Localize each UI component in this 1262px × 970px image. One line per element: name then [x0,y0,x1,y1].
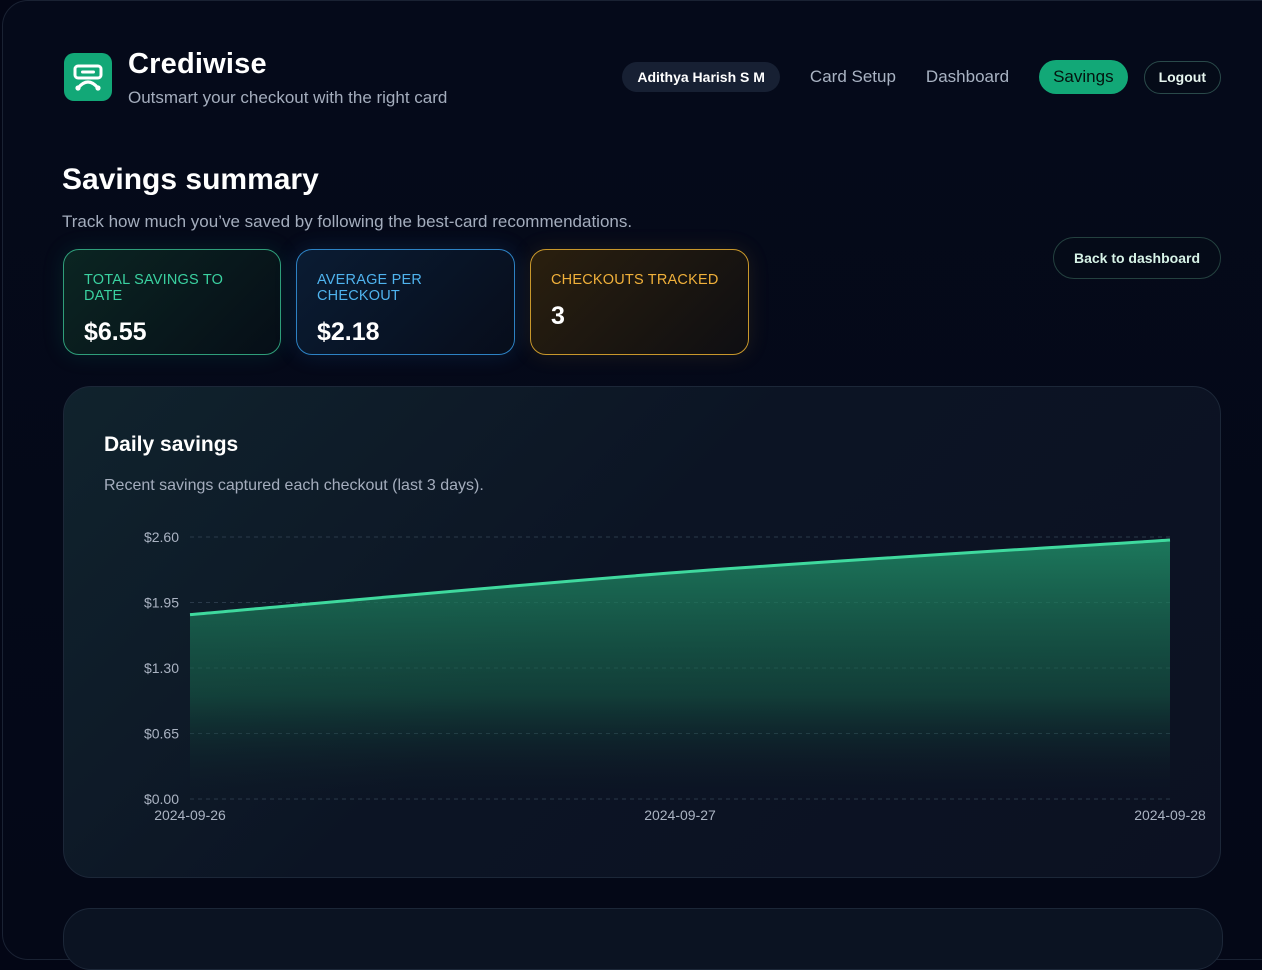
logout-button[interactable]: Logout [1143,60,1221,94]
logo-glyph [73,64,103,91]
nav-card-setup[interactable]: Card Setup [810,60,896,94]
x-tick-label: 2024-09-26 [154,807,226,823]
daily-savings-chart: $2.60 $1.95 $1.30 $0.65 $0.00 2024-09-26 2024… [144,529,1206,823]
page-subtitle: Track how much you’ve saved by following… [62,212,633,231]
savings-area-fill [190,540,1170,799]
credit-card-icon[interactable] [64,53,112,101]
stat-card-checkouts-tracked: CHECKOUTS TRACKED 3 [530,249,749,355]
stat-card-average-per-checkout: AVERAGE PER CHECKOUT $2.18 [296,249,515,355]
page-title: Savings summary [62,163,319,196]
nav-savings[interactable]: Savings [1039,60,1128,94]
y-tick-label: $0.65 [144,726,179,742]
y-tick-label: $1.95 [144,595,179,611]
y-tick-label: $2.60 [144,529,179,545]
brand-name: Crediwise [128,48,267,80]
brand-tagline: Outsmart your checkout with the right ca… [128,88,448,107]
stat-card-total-savings: TOTAL SAVINGS TO DATE $6.55 [63,249,281,355]
back-to-dashboard-button[interactable]: Back to dashboard [1052,237,1221,279]
nav-dashboard[interactable]: Dashboard [926,60,1009,94]
stat-value: $2.18 [317,318,380,346]
next-section-panel [63,908,1223,970]
y-tick-label: $0.00 [144,791,179,807]
stat-label: TOTAL SAVINGS TO DATE [84,272,224,304]
stat-label: AVERAGE PER CHECKOUT [317,272,423,304]
stat-label: CHECKOUTS TRACKED [551,272,719,288]
x-tick-label: 2024-09-28 [1134,807,1206,823]
y-tick-label: $1.30 [144,660,179,676]
stat-value: $6.55 [84,318,147,346]
stat-value: 3 [551,302,565,330]
x-tick-label: 2024-09-27 [644,807,716,823]
top-nav: Adithya Harish S M Card Setup Dashboard … [622,59,1221,95]
user-name-chip: Adithya Harish S M [622,62,780,92]
daily-savings-panel: Daily savings Recent savings captured ea… [63,386,1221,878]
